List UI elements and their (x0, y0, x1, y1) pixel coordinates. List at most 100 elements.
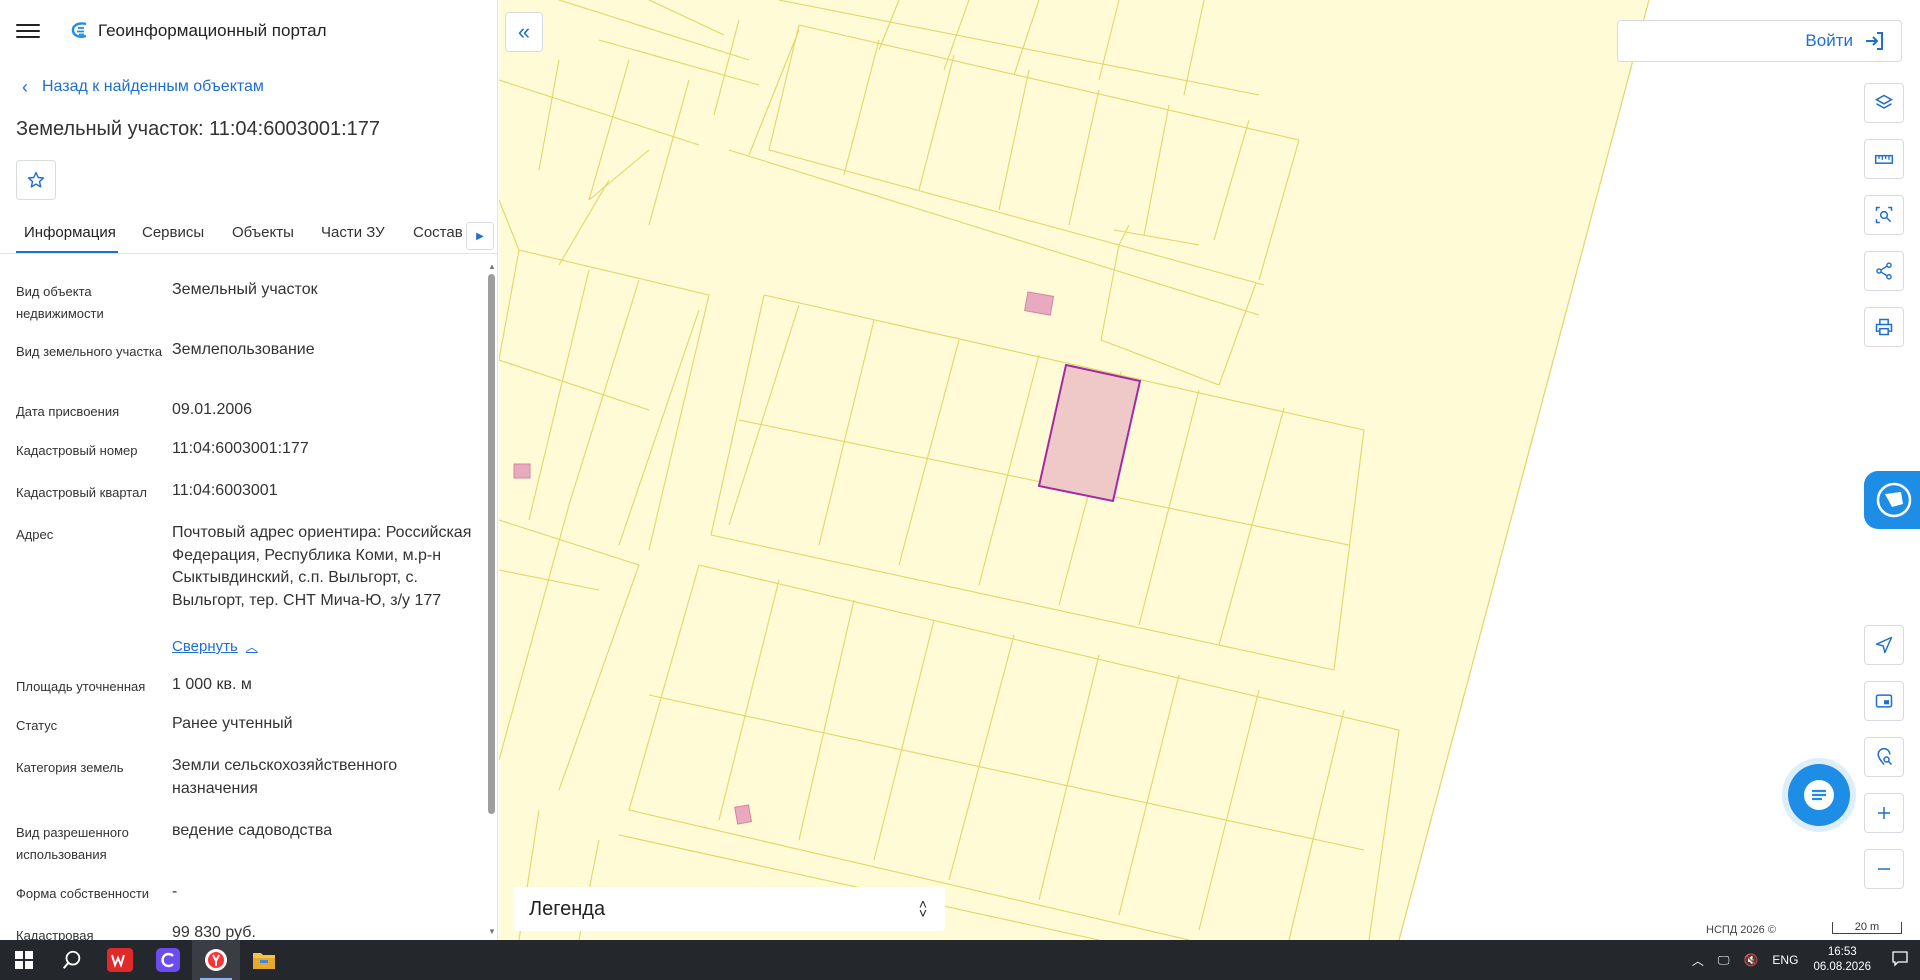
property-value: Земли сельскохозяйственного назначения (172, 757, 398, 797)
taskbar-yandex-browser[interactable] (192, 940, 240, 980)
building-footprint[interactable] (734, 804, 753, 825)
legend-panel[interactable]: Легенда ˄ ˅ (513, 887, 945, 931)
menu-icon[interactable] (16, 19, 40, 43)
clock-date: 06.08.2026 (1813, 961, 1871, 973)
collapse-address-link[interactable]: Свернуть ︿ (172, 638, 258, 655)
cadastral-map[interactable] (499, 0, 1920, 940)
app-c-icon (156, 948, 180, 972)
star-icon (27, 171, 45, 188)
property-value: - (172, 883, 178, 900)
zoom-out-button[interactable] (1864, 849, 1904, 889)
property-value: Земельный участок (172, 281, 318, 298)
area-search-button[interactable] (1864, 195, 1904, 235)
property-value: 99 830 руб. (172, 924, 256, 940)
expand-icon: ˄ ˅ (918, 896, 927, 921)
volume-muted-icon[interactable]: 🔇 (1743, 953, 1758, 967)
notifications-icon[interactable] (1892, 950, 1908, 970)
input-language[interactable]: ENG (1772, 953, 1798, 967)
geolocation-button[interactable] (1864, 625, 1904, 665)
minimap-button[interactable] (1864, 681, 1904, 721)
taskbar-file-explorer[interactable] (240, 940, 288, 980)
portal-logo-icon (71, 22, 87, 38)
taskbar-wps-office[interactable] (96, 940, 144, 980)
scroll-up-icon[interactable]: ▲ (488, 262, 496, 271)
active-tab-indicator (16, 251, 118, 253)
building-footprint[interactable] (1024, 291, 1055, 316)
folder-icon (253, 953, 275, 969)
location-search-button[interactable] (1864, 737, 1904, 777)
search-icon (62, 950, 81, 969)
login-icon (1866, 32, 1883, 50)
print-icon (1875, 318, 1893, 336)
tray-overflow-icon[interactable]: ︿ (1692, 952, 1704, 969)
network-icon[interactable]: 🖵 (1718, 953, 1730, 968)
map-scale-bar: 20 m (1832, 922, 1902, 934)
taskbar-app-c[interactable] (144, 940, 192, 980)
property-label: Вид земельного участка (16, 344, 163, 359)
building-footprint[interactable] (513, 463, 531, 479)
tab-information[interactable]: Информация (24, 224, 116, 241)
property-value: Ранее учтенный (172, 715, 293, 732)
tab-objects[interactable]: Объекты (232, 224, 294, 241)
taskbar-search-button[interactable] (48, 940, 96, 980)
tab-services[interactable]: Сервисы (142, 224, 204, 241)
location-search-icon (1877, 747, 1893, 766)
collapse-panel-button[interactable]: « (505, 12, 543, 52)
clock-time: 16:53 (1827, 946, 1857, 958)
property-label: Кадастровый номер (16, 443, 138, 458)
layers-icon (1874, 94, 1894, 109)
caret-right-icon: ▶ (476, 230, 484, 242)
ruler-icon (1874, 154, 1894, 164)
map-canvas[interactable] (499, 0, 1920, 940)
zoom-in-button[interactable] (1864, 793, 1904, 833)
layers-button[interactable] (1864, 83, 1904, 123)
notification-icon (1892, 950, 1908, 967)
property-value: ведение садоводства (172, 822, 333, 839)
tab-bar: Информация Сервисы Объекты Части ЗУ Сост… (0, 214, 497, 254)
map-copyright: НСПД 2026 © (1706, 924, 1776, 936)
collapse-label: Свернуть (172, 638, 238, 655)
windows-taskbar: ︿ 🖵 🔇 ENG 16:53 06.08.2026 (0, 940, 1920, 980)
property-label: Адрес (16, 527, 54, 542)
property-label: Статус (16, 718, 58, 733)
scale-label: 20 m (1854, 921, 1880, 933)
back-link-label: Назад к найденным объектам (42, 78, 264, 95)
scroll-down-icon[interactable]: ▼ (488, 927, 496, 936)
property-value: 11:04:6003001 (172, 482, 278, 499)
chevron-left-icon: ‹ (22, 77, 28, 97)
property-label: Вид разрешенного использования (16, 825, 129, 862)
address-value: Почтовый адрес ориентира: Российская Фед… (172, 524, 472, 609)
object-title: Земельный участок: 11:04:6003001:177 (16, 118, 381, 140)
login-label: Войти (1805, 31, 1853, 50)
share-icon (1876, 262, 1892, 280)
print-button[interactable] (1864, 307, 1904, 347)
property-label: Дата присвоения (16, 404, 120, 419)
property-value: 09.01.2006 (172, 401, 253, 418)
windows-start-button[interactable] (0, 940, 48, 980)
tab-composition[interactable]: Состав (413, 224, 463, 241)
property-label: Кадастровая (16, 928, 94, 940)
property-value: Землепользование (172, 341, 315, 358)
property-value: 11:04:6003001:177 (172, 440, 309, 457)
chat-button[interactable] (1788, 764, 1850, 826)
tabs-scroll-right-button[interactable]: ▶ (466, 222, 494, 250)
feedback-tab[interactable] (1864, 471, 1920, 529)
taskbar-clock[interactable]: 16:53 06.08.2026 (1813, 945, 1871, 975)
info-panel: Геоинформационный портал ‹ Назад к найде… (0, 0, 498, 940)
area-search-icon (1875, 206, 1893, 224)
login-button[interactable]: Войти (1617, 20, 1902, 62)
back-to-results-link[interactable]: ‹ Назад к найденным объектам (22, 78, 264, 96)
feedback-icon (1876, 482, 1912, 518)
measure-button[interactable] (1864, 139, 1904, 179)
tab-parcel-parts[interactable]: Части ЗУ (321, 224, 385, 241)
wps-office-icon (107, 948, 133, 972)
panel-scrollbar[interactable]: ▲ ▼ (487, 262, 497, 936)
panel-header: Геоинформационный портал (0, 0, 497, 62)
scrollbar-thumb[interactable] (488, 274, 495, 814)
share-button[interactable] (1864, 251, 1904, 291)
property-label: Категория земель (16, 760, 124, 775)
favorite-button[interactable] (16, 160, 56, 200)
minimap-icon (1875, 694, 1893, 708)
property-label: Вид объекта недвижимости (16, 284, 104, 321)
property-label: Площадь уточненная (16, 679, 146, 694)
